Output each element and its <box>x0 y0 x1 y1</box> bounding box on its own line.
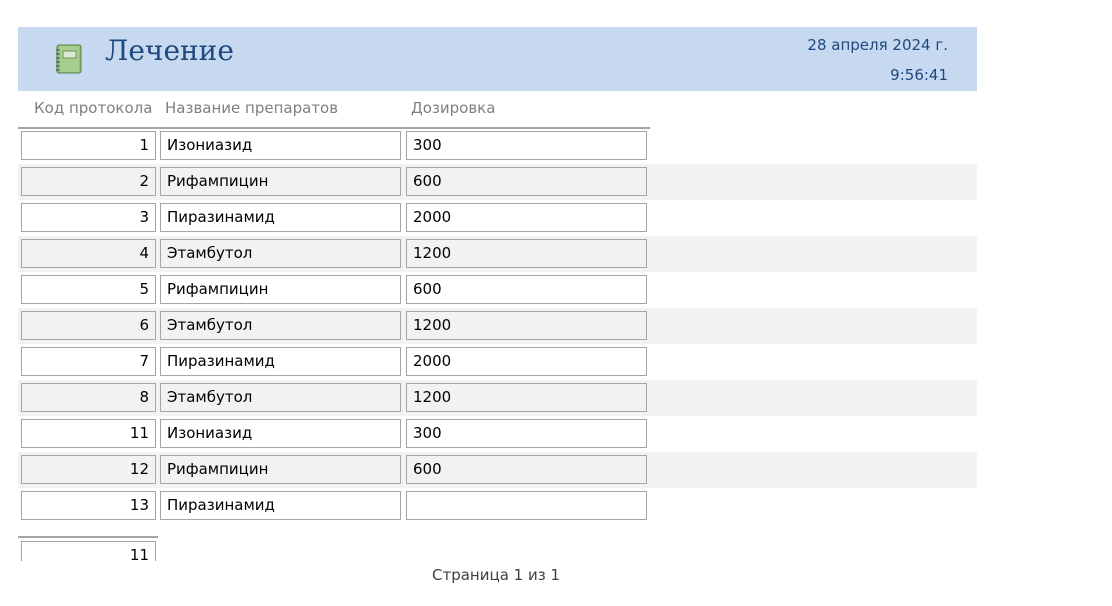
protocol-code-field[interactable]: 1 <box>21 131 156 160</box>
drug-name-field[interactable]: Пиразинамид <box>160 203 401 232</box>
record-count-field[interactable]: 11 <box>21 541 156 561</box>
table-row: 2 Рифампицин 600 <box>18 164 977 200</box>
dosage-field[interactable]: 2000 <box>406 347 647 376</box>
drug-name-field[interactable]: Этамбутол <box>160 311 401 340</box>
report-header: Лечение 28 апреля 2024 г. 9:56:41 <box>18 27 977 91</box>
dosage-field[interactable]: 1200 <box>406 311 647 340</box>
table-row: 8 Этамбутол 1200 <box>18 380 977 416</box>
protocol-code-field[interactable]: 3 <box>21 203 156 232</box>
table-row: 13 Пиразинамид <box>18 488 977 524</box>
drug-name-field[interactable]: Изониазид <box>160 131 401 160</box>
column-header-name: Название препаратов <box>165 99 339 117</box>
protocol-code-field[interactable]: 2 <box>21 167 156 196</box>
report-time: 9:56:41 <box>890 66 948 84</box>
drug-name-field[interactable]: Пиразинамид <box>160 347 401 376</box>
dosage-field[interactable]: 1200 <box>406 239 647 268</box>
report-title: Лечение <box>105 34 234 67</box>
table-row: 6 Этамбутол 1200 <box>18 308 977 344</box>
drug-name-field[interactable]: Рифампицин <box>160 275 401 304</box>
drug-name-field[interactable]: Рифампицин <box>160 167 401 196</box>
dosage-field[interactable]: 1200 <box>406 383 647 412</box>
table-row: 3 Пиразинамид 2000 <box>18 200 977 236</box>
report-date: 28 апреля 2024 г. <box>807 36 948 54</box>
drug-name-field[interactable]: Этамбутол <box>160 239 401 268</box>
table-row: 7 Пиразинамид 2000 <box>18 344 977 380</box>
table-row: 4 Этамбутол 1200 <box>18 236 977 272</box>
protocol-code-field[interactable]: 13 <box>21 491 156 520</box>
notebook-icon <box>56 44 82 74</box>
drug-name-field[interactable]: Рифампицин <box>160 455 401 484</box>
dosage-field[interactable]: 2000 <box>406 203 647 232</box>
protocol-code-field[interactable]: 6 <box>21 311 156 340</box>
drug-name-field[interactable]: Этамбутол <box>160 383 401 412</box>
protocol-code-field[interactable]: 7 <box>21 347 156 376</box>
dosage-field[interactable]: 300 <box>406 131 647 160</box>
protocol-code-field[interactable]: 8 <box>21 383 156 412</box>
protocol-code-field[interactable]: 4 <box>21 239 156 268</box>
protocol-code-field[interactable]: 11 <box>21 419 156 448</box>
drug-name-field[interactable]: Изониазид <box>160 419 401 448</box>
footer-divider <box>18 536 158 538</box>
table-row: 11 Изониазид 300 <box>18 416 977 452</box>
column-header-code: Код протокола <box>34 99 153 117</box>
dosage-field[interactable]: 600 <box>406 275 647 304</box>
dosage-field[interactable] <box>406 491 647 520</box>
page-number: Страница 1 из 1 <box>432 566 560 584</box>
drug-name-field[interactable]: Пиразинамид <box>160 491 401 520</box>
dosage-field[interactable]: 600 <box>406 167 647 196</box>
protocol-code-field[interactable]: 12 <box>21 455 156 484</box>
table-row: 12 Рифампицин 600 <box>18 452 977 488</box>
dosage-field[interactable]: 300 <box>406 419 647 448</box>
column-header-dose: Дозировка <box>411 99 496 117</box>
dosage-field[interactable]: 600 <box>406 455 647 484</box>
table-row: 1 Изониазид 300 <box>18 128 977 164</box>
table-row: 5 Рифампицин 600 <box>18 272 977 308</box>
protocol-code-field[interactable]: 5 <box>21 275 156 304</box>
